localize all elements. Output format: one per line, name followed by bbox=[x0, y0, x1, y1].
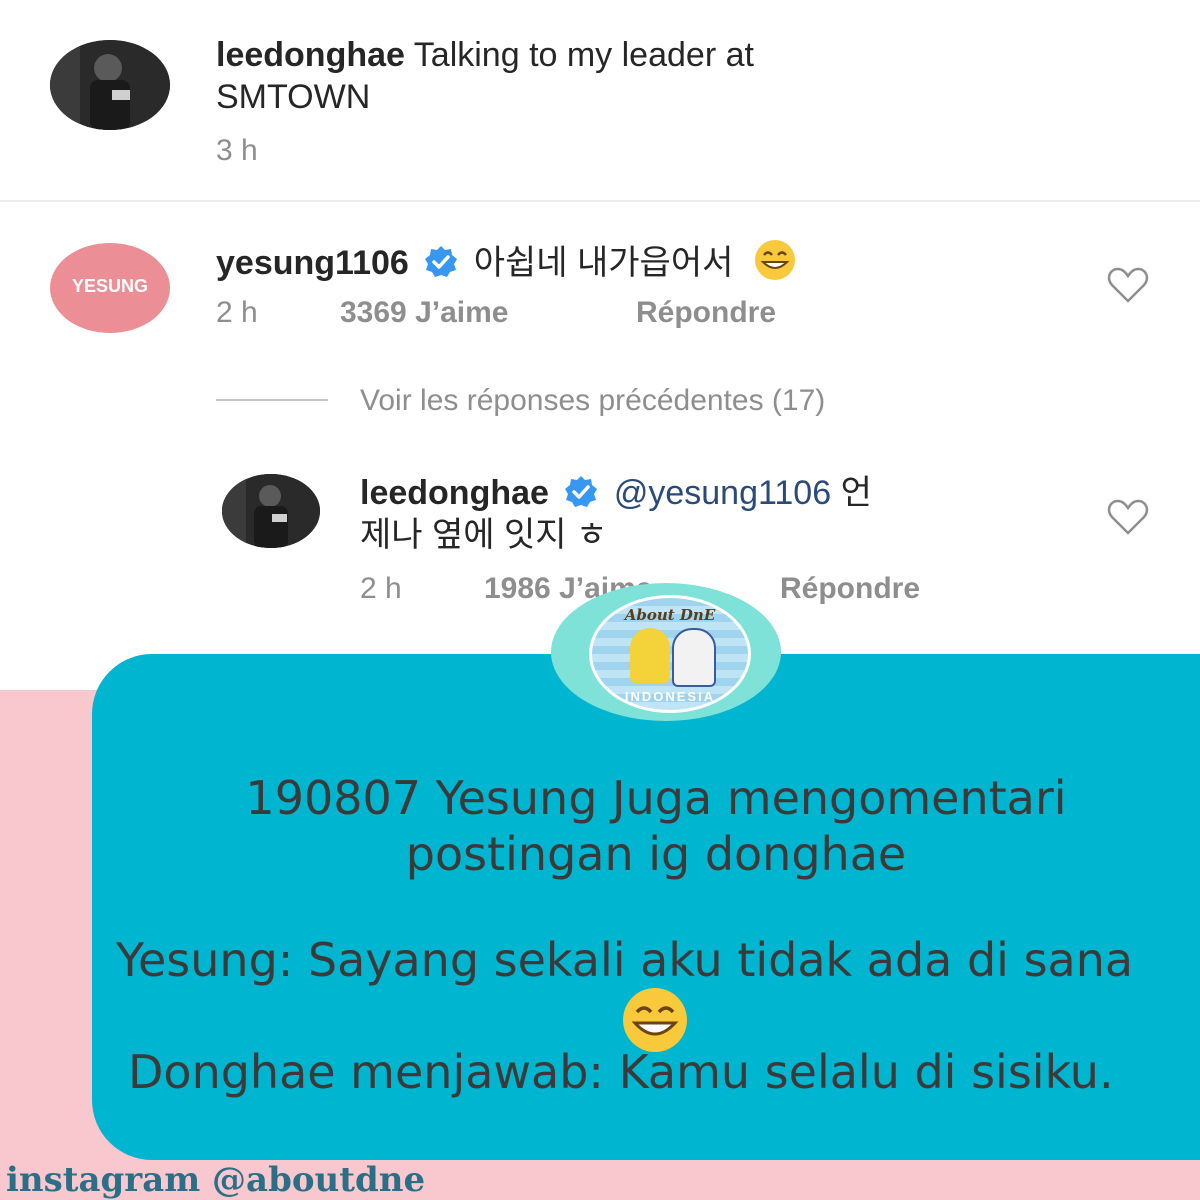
logo-badge-inner: About DnE INDONESIA bbox=[589, 595, 751, 713]
logo-figure-left bbox=[630, 628, 670, 683]
post-author-avatar[interactable] bbox=[50, 40, 170, 130]
verified-badge-icon bbox=[565, 476, 598, 507]
heart-icon[interactable] bbox=[1106, 497, 1150, 537]
comment-body: yesung1106 아쉽네 내가읍어서 bbox=[216, 238, 797, 284]
view-previous-replies[interactable]: Voir les réponses précédentes (17) bbox=[360, 384, 825, 418]
overlay-line2: postingan ig donghae bbox=[405, 827, 907, 881]
overlay-line3: Yesung: Sayang sekali aku tidak ada di s… bbox=[116, 933, 1134, 987]
reply-timestamp: 2 h bbox=[360, 572, 402, 605]
comment-avatar[interactable]: YESUNG bbox=[50, 243, 170, 333]
logo-title: About DnE bbox=[624, 606, 716, 624]
comment-reply-button[interactable]: Répondre bbox=[636, 296, 776, 330]
reply-text-line2: 제나 옆에 잇지 ㅎ bbox=[360, 516, 608, 554]
logo-subtitle: INDONESIA bbox=[624, 689, 716, 704]
reply-body: leedonghae @yesung1106 언 bbox=[360, 472, 872, 514]
reply-text: 언 bbox=[840, 474, 872, 512]
post-caption-text: Talking to my leader at bbox=[413, 36, 754, 74]
heart-icon[interactable] bbox=[1106, 265, 1150, 305]
footer-credit: instagram @aboutdne bbox=[6, 1160, 426, 1200]
post-caption-line2: SMTOWN bbox=[216, 78, 371, 116]
replies-divider bbox=[216, 399, 328, 401]
comment-username[interactable]: yesung1106 bbox=[216, 244, 409, 282]
reply-mention[interactable]: @yesung1106 bbox=[614, 474, 831, 512]
reply-reply-button[interactable]: Répondre bbox=[780, 572, 920, 606]
overlay-line4: Donghae menjawab: Kamu selalu di sisiku. bbox=[128, 1045, 1114, 1099]
avatar-photo bbox=[222, 474, 320, 548]
overlay-line1: 190807 Yesung Juga mengomentari bbox=[245, 771, 1067, 825]
avatar-photo bbox=[50, 40, 170, 130]
overlay-headline: 190807 Yesung Juga mengomentari postinga… bbox=[56, 770, 1200, 882]
post-username[interactable]: leedonghae bbox=[216, 36, 405, 74]
post-timestamp: 3 h bbox=[216, 134, 258, 167]
comment-timestamp: 2 h bbox=[216, 296, 258, 329]
grin-emoji-icon bbox=[754, 240, 795, 280]
comment-text: 아쉽네 내가읍어서 bbox=[473, 244, 734, 282]
comment-likes[interactable]: 3369 J’aime bbox=[340, 296, 508, 330]
reply-username[interactable]: leedonghae bbox=[360, 474, 549, 512]
reply-avatar[interactable] bbox=[222, 474, 320, 548]
divider bbox=[0, 200, 1200, 202]
avatar-label: YESUNG bbox=[71, 276, 149, 296]
verified-badge-icon bbox=[425, 246, 458, 277]
post-caption: leedonghae Talking to my leader at bbox=[216, 34, 754, 76]
logo-figure-right bbox=[672, 628, 716, 687]
